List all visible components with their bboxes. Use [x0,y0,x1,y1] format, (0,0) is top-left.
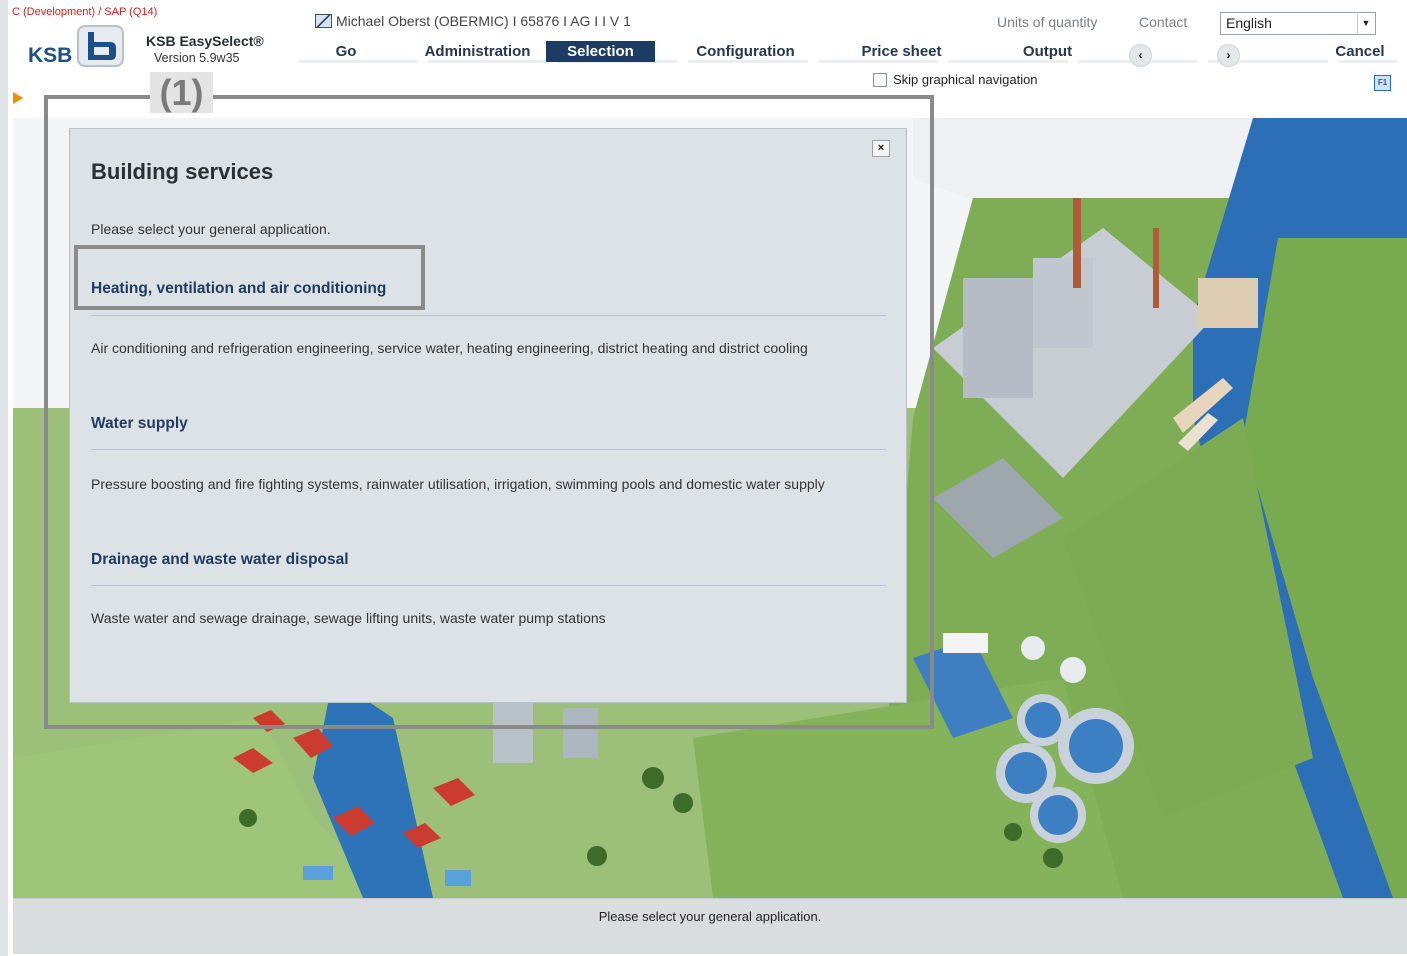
chevron-left-icon[interactable]: ‹ [1129,44,1152,67]
application-dialog: × Building services Please select your g… [69,128,907,703]
ksb-logo: KSB [28,25,124,67]
divider [91,449,886,450]
user-info-text: Michael Oberst (OBERMIC) I 65876 I AG I … [336,13,631,29]
application-drainage-link[interactable]: Drainage and waste water disposal [91,551,349,569]
header: C (Development) / SAP (Q14) KSB KSB Easy… [8,0,1407,118]
divider [91,315,886,316]
units-of-quantity-link[interactable]: Units of quantity [997,14,1097,30]
nav-administration[interactable]: Administration [415,41,540,62]
nav-output[interactable]: Output [1010,41,1085,62]
user-window-icon[interactable] [315,14,332,28]
nav-selection[interactable]: Selection [546,41,655,62]
application-hvac-link[interactable]: Heating, ventilation and air conditionin… [91,280,386,298]
nav-cancel[interactable]: Cancel [1323,41,1397,62]
application-drainage-description: Waste water and sewage drainage, sewage … [91,610,606,626]
close-icon[interactable]: × [872,140,890,157]
nav-configuration[interactable]: Configuration [688,41,803,62]
highlight-box [74,245,425,310]
language-selected: English [1226,15,1272,31]
system-environment: C (Development) / SAP (Q14) [12,6,158,18]
status-bar: Please select your general application. [13,898,1407,954]
app-version: Version 5.9w35 [154,51,240,65]
application-water-supply-link[interactable]: Water supply [91,415,188,433]
dialog-title: Building services [91,159,274,184]
app-name: KSB EasySelect® [146,33,264,49]
play-arrow-icon [13,92,23,104]
left-edge [0,0,8,956]
ksb-logo-text: KSB [28,44,72,67]
nav-go[interactable]: Go [326,41,366,62]
chevron-right-icon[interactable]: › [1217,44,1240,67]
chevron-down-icon[interactable]: ▼ [1357,14,1374,33]
annotation-label: (1) [150,72,213,113]
dialog-prompt: Please select your general application. [91,221,331,237]
application-hvac-description: Air conditioning and refrigeration engin… [91,340,808,356]
user-info: Michael Oberst (OBERMIC) I 65876 I AG I … [315,13,631,29]
app-window: C (Development) / SAP (Q14) KSB KSB Easy… [0,0,1407,956]
status-message: Please select your general application. [598,909,822,924]
skip-graphical-navigation[interactable]: Skip graphical navigation [873,72,1038,87]
contact-link[interactable]: Contact [1139,14,1187,30]
help-icon[interactable]: F1 [1374,75,1391,91]
application-water-supply-description: Pressure boosting and fire fighting syst… [91,476,825,492]
main-nav: Go Administration Selection Configuratio… [298,40,1398,67]
nav-price-sheet[interactable]: Price sheet [848,41,955,62]
language-select[interactable]: English ▼ [1220,12,1376,35]
skip-navigation-label: Skip graphical navigation [893,72,1038,87]
skip-navigation-checkbox[interactable] [873,72,887,87]
divider [91,585,886,586]
